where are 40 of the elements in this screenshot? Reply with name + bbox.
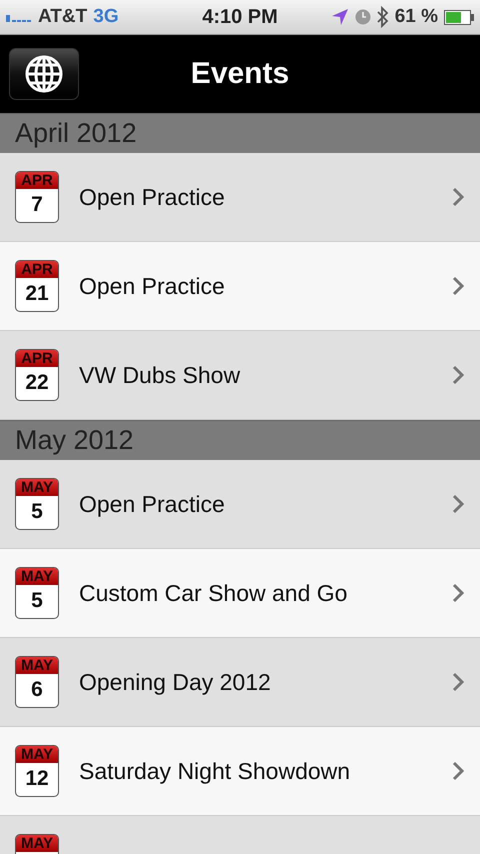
calendar-icon: MAY <box>15 834 59 854</box>
event-title: Opening Day 2012 <box>79 668 271 696</box>
event-title: Custom Car Show and Go <box>79 580 348 606</box>
event-title: Saturday Night Showdown <box>79 758 350 784</box>
section-title: April 2012 <box>15 118 137 149</box>
calendar-icon: MAY 5 <box>15 567 59 619</box>
chevron-icon <box>452 187 464 207</box>
chevron-icon <box>452 583 464 603</box>
screen-title: Events <box>190 57 290 91</box>
network-type: 3G <box>93 6 119 28</box>
globe-icon <box>24 54 64 94</box>
chevron-icon <box>452 761 464 781</box>
event-row[interactable]: APR 22 VW Dubs Show <box>0 331 480 420</box>
chevron-icon <box>452 672 464 692</box>
event-title: VW Dubs Show <box>79 362 240 388</box>
carrier-name: AT&T <box>38 6 88 28</box>
bluetooth-icon <box>376 6 389 28</box>
signal-icon <box>6 12 32 22</box>
event-row[interactable]: MAY 5 Open Practice <box>0 460 480 549</box>
section-title: May 2012 <box>15 425 134 456</box>
calendar-icon: MAY 12 <box>15 745 59 797</box>
battery-icon <box>444 10 474 24</box>
status-time: 4:10 PM <box>202 6 278 28</box>
event-row[interactable]: APR 7 Open Practice <box>0 153 480 242</box>
calendar-icon: APR 22 <box>15 349 59 401</box>
event-title: Open Practice <box>79 490 225 518</box>
location-arrow-icon <box>330 8 349 26</box>
clock-icon <box>354 9 371 25</box>
chevron-icon <box>452 365 464 385</box>
calendar-icon: APR 7 <box>15 171 59 223</box>
chevron-icon <box>452 494 464 514</box>
calendar-icon: APR 21 <box>15 260 59 312</box>
globe-button[interactable] <box>9 48 79 100</box>
calendar-icon: MAY 5 <box>15 478 59 530</box>
calendar-icon: MAY 6 <box>15 656 59 708</box>
event-title: Open Practice <box>79 272 225 300</box>
battery-percent: 61 % <box>394 6 438 28</box>
event-title: Open Practice <box>79 184 225 210</box>
chevron-icon <box>452 276 464 296</box>
event-row[interactable]: MAY 6 Opening Day 2012 <box>0 638 480 727</box>
